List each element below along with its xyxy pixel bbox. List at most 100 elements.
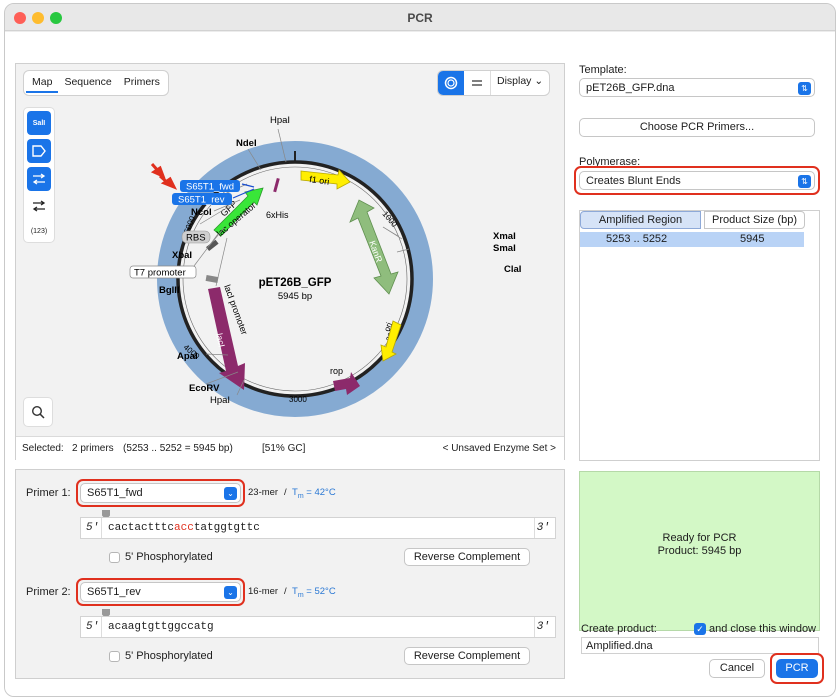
rop-label: rop (330, 366, 343, 376)
primer2-phosphorylated-checkbox[interactable] (109, 651, 120, 662)
linear-view-icon[interactable] (464, 71, 490, 95)
numbering-tool-icon[interactable]: (123) (27, 219, 51, 243)
map-status-bar: Selected: 2 primers (5253 .. 5252 = 5945… (16, 436, 564, 460)
product-size-text: Product: 5945 bp (657, 545, 742, 557)
view-tabs: Map Sequence Primers (24, 71, 168, 95)
enzyme-apai[interactable]: ApaI (177, 351, 198, 362)
window-title: PCR (407, 11, 433, 25)
view-mode-toggle: Display ⌄ (438, 71, 550, 95)
primer1-label: Primer 1: (26, 487, 71, 499)
primer-tool-icon[interactable] (27, 167, 51, 191)
result-row[interactable]: 5253 .. 5252 5945 (580, 232, 804, 247)
primer2-sequence[interactable]: acaagtgttggccatg (108, 621, 214, 633)
primer2-tm: Tm = 52°C (292, 586, 336, 599)
enzyme-ndei[interactable]: NdeI (236, 138, 257, 149)
create-product-label: Create product: (581, 623, 657, 635)
f1-ori-label: f1 ori (309, 174, 330, 187)
laci-label: lacI (214, 332, 227, 348)
pcr-window: PCR Map Sequence Primers Display ⌄ SalI … (4, 3, 836, 697)
ready-text: Ready for PCR (662, 532, 737, 544)
t7-promoter-label: T7 promoter (134, 268, 186, 279)
selected-label: Selected: (22, 443, 64, 454)
pcr-highlight (770, 653, 824, 684)
display-menu[interactable]: Display ⌄ (490, 71, 549, 95)
primer2-separator: / (284, 586, 287, 597)
rev-primer-label: S65T1_rev (178, 195, 225, 206)
map-panel: Map Sequence Primers Display ⌄ SalI (123… (15, 63, 565, 460)
display-label: Display (497, 75, 532, 87)
choose-pcr-primers-button[interactable]: Choose PCR Primers... (579, 118, 815, 137)
selected-value: 2 primers (72, 443, 114, 454)
enzyme-hpai-bottom[interactable]: HpaI (210, 395, 230, 406)
primer1-three-prime: 3' (536, 522, 550, 534)
primer1-mer: 23-mer (248, 487, 279, 498)
circular-view-icon[interactable] (438, 71, 464, 95)
chevron-down-icon: ⌄ (534, 75, 544, 87)
enzyme-ncoi[interactable]: NcoI (191, 207, 212, 218)
rev-pointer-arrow (159, 174, 178, 190)
primer2-label: Primer 2: (26, 586, 71, 598)
map-toolbar: SalI (123) (24, 108, 54, 242)
plasmid-size: 5945 bp (278, 291, 312, 302)
primer2-sequence-field[interactable]: 5' acaagtgttggccatg 3' (80, 616, 556, 638)
selected-range: (5253 .. 5252 = 5945 bp) (123, 443, 233, 454)
enzyme-set-menu[interactable]: < Unsaved Enzyme Set > (443, 443, 556, 454)
plasmid-name: pET26B_GFP (259, 277, 332, 289)
chevron-updown-icon: ⇅ (798, 82, 811, 95)
result-region: 5253 .. 5252 (606, 233, 668, 245)
gc-content: [51% GC] (262, 443, 306, 454)
filename-input[interactable]: Amplified.dna (581, 637, 819, 654)
kanr-label: KanR (367, 239, 384, 264)
enzyme-xmai[interactable]: XmaI (493, 231, 516, 242)
title-bar: PCR (5, 4, 835, 31)
enzyme-tool-icon[interactable]: SalI (27, 111, 51, 135)
primer2-highlight (76, 578, 245, 606)
primer2-mer: 16-mer (248, 586, 279, 597)
primer1-reverse-complement-button[interactable]: Reverse Complement (404, 548, 530, 566)
his-label: 6xHis (266, 210, 289, 220)
primer1-phosphorylated-label: 5' Phosphorylated (125, 551, 213, 563)
primer1-sequence[interactable]: cactactttcacctatggtgttc (108, 522, 260, 534)
template-label: Template: (579, 64, 627, 76)
tab-map[interactable]: Map (26, 73, 59, 93)
primer2-phosphorylated-label: 5' Phosphorylated (125, 650, 213, 662)
plasmid-map[interactable]: 1000 2000 3000 4000 5000 GFP 6xHis lac o… (56, 104, 556, 434)
tab-product-size[interactable]: Product Size (bp) (704, 211, 805, 229)
tab-amplified-region[interactable]: Amplified Region (580, 211, 701, 229)
primer1-tm: Tm = 42°C (292, 487, 336, 500)
his-tag-feature (273, 177, 280, 193)
enzyme-xbai[interactable]: XbaI (172, 250, 192, 261)
magnifier-icon (31, 405, 45, 419)
enzyme-smai[interactable]: SmaI (493, 243, 516, 254)
close-window-label: and close this window (709, 623, 817, 635)
feature-tool-icon[interactable] (27, 139, 51, 163)
enzyme-bglii[interactable]: BglII (159, 285, 180, 296)
rbs-label: RBS (186, 233, 206, 244)
fwd-primer-label: S65T1_fwd (186, 182, 234, 193)
enzyme-hpai-top[interactable]: HpaI (270, 115, 290, 126)
content-area: Map Sequence Primers Display ⌄ SalI (123… (5, 32, 835, 696)
primer1-sequence-field[interactable]: 5' cactactttcacctatggtgttc 3' (80, 517, 556, 539)
primer1-separator: / (284, 487, 287, 498)
primer-panel: Primer 1: S65T1_fwd ⌄ 23-mer / Tm = 42°C… (15, 469, 565, 679)
primer2-five-prime: 5' (86, 621, 100, 633)
primer1-highlight (76, 479, 245, 507)
primer1-five-prime: 5' (86, 522, 100, 534)
tab-sequence[interactable]: Sequence (58, 73, 117, 93)
primer1-phosphorylated-checkbox[interactable] (109, 552, 120, 563)
cancel-button[interactable]: Cancel (709, 659, 765, 678)
zoom-search-button[interactable] (24, 398, 52, 426)
close-window-checkbox[interactable]: ✓ (694, 623, 706, 635)
laci-promoter-feature (205, 275, 219, 283)
primer2-reverse-complement-button[interactable]: Reverse Complement (404, 647, 530, 665)
enzyme-ecorv[interactable]: EcoRV (189, 383, 220, 394)
enzyme-clai[interactable]: ClaI (504, 264, 521, 275)
primer2-three-prime: 3' (536, 621, 550, 633)
polymerase-highlight (574, 166, 820, 195)
ready-panel: Ready for PCR Product: 5945 bp (579, 471, 820, 631)
template-value: pET26B_GFP.dna (586, 82, 675, 94)
fwd-pointer-arrow (150, 163, 166, 179)
template-select[interactable]: pET26B_GFP.dna ⇅ (579, 78, 815, 97)
orf-tool-icon[interactable] (27, 194, 51, 218)
tab-primers[interactable]: Primers (118, 73, 166, 93)
